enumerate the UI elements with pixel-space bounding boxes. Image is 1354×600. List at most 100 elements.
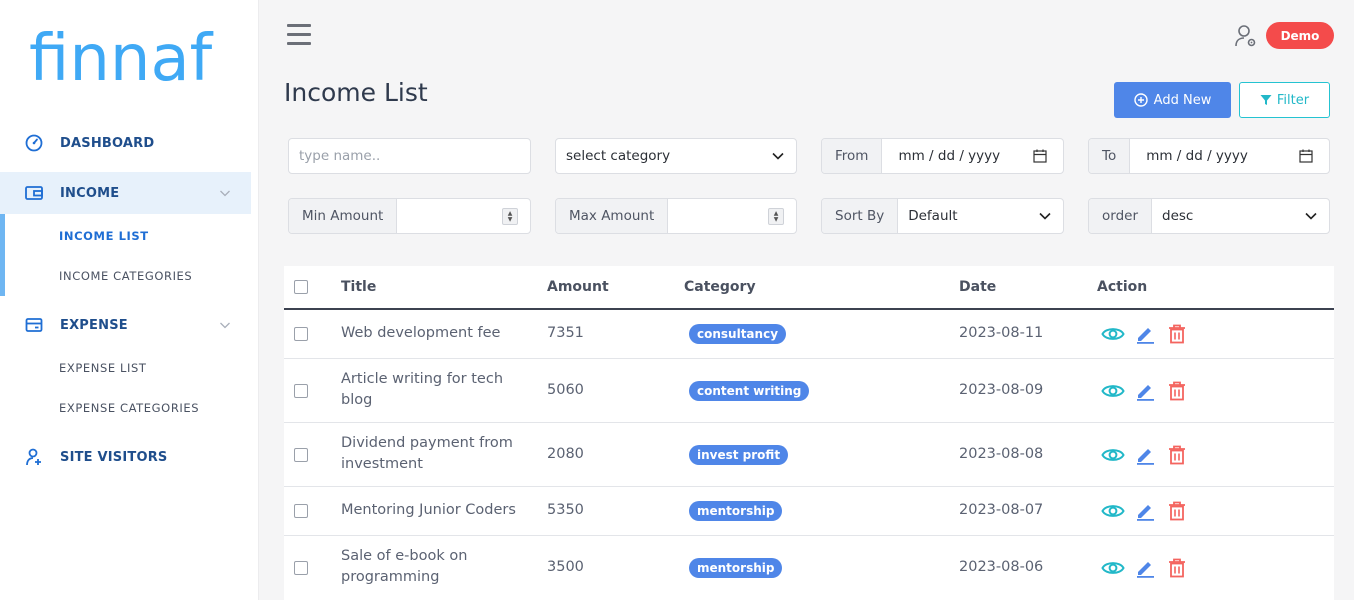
table-header: Title Amount Category Date Action [284, 266, 1334, 310]
max-amount-field[interactable]: Max Amount ▲ ▼ [555, 198, 797, 234]
sidebar-subitem-expense-categories[interactable]: EXPENSE CATEGORIES [59, 401, 199, 415]
order-label: order [1089, 199, 1152, 233]
chevron-down-icon [1039, 212, 1051, 220]
category-select-value: select category [566, 148, 671, 164]
sidebar-subitem-expense-list[interactable]: EXPENSE LIST [59, 361, 147, 375]
chevron-down-icon [772, 152, 784, 160]
user-add-icon [24, 447, 44, 467]
number-stepper[interactable]: ▲ ▼ [502, 208, 518, 225]
edit-pencil-icon[interactable] [1133, 380, 1157, 402]
row-date: 2023-08-06 [959, 559, 1044, 575]
delete-trash-icon[interactable] [1165, 444, 1189, 466]
sidebar-item-income[interactable]: INCOME [0, 172, 251, 214]
sidebar-item-site-visitors[interactable]: SITE VISITORS [0, 436, 251, 478]
chevron-down-icon [220, 190, 230, 197]
row-title: Web development fee [341, 325, 501, 341]
from-date-input[interactable]: mm / dd / yyyy [882, 148, 1000, 164]
delete-trash-icon[interactable] [1165, 557, 1189, 579]
sidebar-item-expense[interactable]: EXPENSE [0, 304, 251, 346]
row-amount: 5350 [547, 502, 584, 518]
to-date-input[interactable]: mm / dd / yyyy [1130, 148, 1248, 164]
sidebar-item-label: INCOME [60, 185, 120, 201]
sort-by-select[interactable]: Default [898, 208, 957, 224]
add-new-button[interactable]: Add New [1114, 82, 1231, 118]
view-eye-icon[interactable] [1101, 500, 1125, 522]
category-select[interactable]: select category [555, 138, 797, 174]
plus-circle-icon [1133, 93, 1148, 107]
row-title: Sale of e-book on programming [341, 548, 468, 585]
sort-by-field[interactable]: Sort By Default [821, 198, 1064, 234]
min-amount-label: Min Amount [289, 199, 398, 233]
table-row: Mentoring Junior Coders 5350 mentorship … [284, 487, 1334, 536]
row-checkbox[interactable] [294, 561, 308, 575]
delete-trash-icon[interactable] [1165, 500, 1189, 522]
order-field[interactable]: order desc [1088, 198, 1330, 234]
sidebar-subitem-income-list[interactable]: INCOME LIST [59, 229, 149, 243]
row-amount: 3500 [547, 559, 584, 575]
row-checkbox[interactable] [294, 448, 308, 462]
card-icon [24, 315, 44, 335]
calendar-icon[interactable] [1033, 149, 1047, 163]
table-row: Sale of e-book on programming 3500 mento… [284, 536, 1334, 600]
filter-button[interactable]: Filter [1239, 82, 1330, 118]
funnel-icon [1260, 95, 1272, 105]
edit-pencil-icon[interactable] [1133, 323, 1157, 345]
edit-pencil-icon[interactable] [1133, 557, 1157, 579]
sidebar-item-dashboard[interactable]: DASHBOARD [0, 122, 251, 164]
category-badge: consultancy [689, 324, 787, 344]
user-badge[interactable]: Demo [1266, 22, 1334, 49]
to-label: To [1089, 139, 1131, 173]
user-settings-icon[interactable] [1233, 23, 1259, 49]
menu-toggle-icon[interactable] [287, 24, 311, 46]
category-badge: invest profit [689, 445, 789, 465]
category-badge: mentorship [689, 501, 783, 521]
chevron-down-icon [220, 322, 230, 329]
view-eye-icon[interactable] [1101, 323, 1125, 345]
sidebar-item-label: DASHBOARD [60, 135, 155, 151]
row-date: 2023-08-11 [959, 325, 1044, 341]
row-checkbox[interactable] [294, 384, 308, 398]
sidebar-item-label: SITE VISITORS [60, 449, 168, 465]
max-amount-label: Max Amount [556, 199, 669, 233]
column-header-date[interactable]: Date [959, 279, 996, 295]
dashboard-icon [24, 133, 44, 153]
sidebar: finnaf DASHBOARD INCOME INCOME LIST INCO… [0, 0, 259, 600]
edit-pencil-icon[interactable] [1133, 444, 1157, 466]
category-badge: mentorship [689, 558, 783, 578]
from-date-field[interactable]: From mm / dd / yyyy [821, 138, 1064, 174]
filter-label: Filter [1276, 92, 1310, 108]
select-all-checkbox[interactable] [294, 280, 308, 294]
calendar-icon[interactable] [1299, 149, 1313, 163]
number-stepper[interactable]: ▲ ▼ [768, 208, 784, 225]
sidebar-item-label: EXPENSE [60, 317, 128, 333]
row-checkbox[interactable] [294, 327, 308, 341]
column-header-title[interactable]: Title [341, 279, 376, 295]
delete-trash-icon[interactable] [1165, 380, 1189, 402]
min-amount-field[interactable]: Min Amount ▲ ▼ [288, 198, 531, 234]
row-title: Mentoring Junior Coders [341, 502, 516, 518]
sidebar-subitem-income-categories[interactable]: INCOME CATEGORIES [59, 269, 192, 283]
add-new-label: Add New [1153, 92, 1212, 108]
view-eye-icon[interactable] [1101, 444, 1125, 466]
wallet-icon [24, 183, 44, 203]
column-header-category[interactable]: Category [684, 279, 756, 295]
view-eye-icon[interactable] [1101, 380, 1125, 402]
delete-trash-icon[interactable] [1165, 323, 1189, 345]
row-amount: 5060 [547, 382, 584, 398]
edit-pencil-icon[interactable] [1133, 500, 1157, 522]
column-header-amount[interactable]: Amount [547, 279, 609, 295]
column-header-action: Action [1097, 279, 1148, 295]
table-row: Web development fee 7351 consultancy 202… [284, 310, 1334, 359]
row-date: 2023-08-07 [959, 502, 1044, 518]
app-logo[interactable]: finnaf [29, 20, 212, 98]
row-checkbox[interactable] [294, 504, 308, 518]
row-amount: 7351 [547, 325, 584, 341]
table-row: Dividend payment from investment 2080 in… [284, 423, 1334, 487]
category-badge: content writing [689, 381, 810, 401]
name-search-input[interactable]: type name.. [288, 138, 531, 174]
page-title: Income List [284, 78, 428, 107]
row-date: 2023-08-09 [959, 382, 1044, 398]
order-select[interactable]: desc [1152, 208, 1193, 224]
to-date-field[interactable]: To mm / dd / yyyy [1088, 138, 1330, 174]
view-eye-icon[interactable] [1101, 557, 1125, 579]
